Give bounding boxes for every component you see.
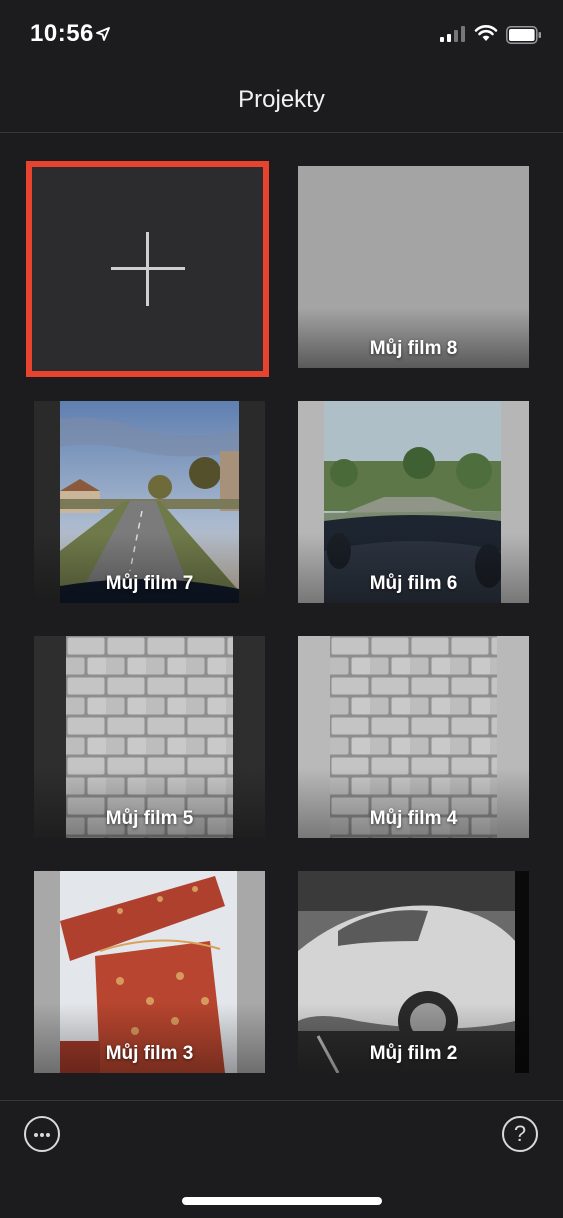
- home-indicator[interactable]: [182, 1197, 382, 1205]
- status-time: 10:56: [30, 20, 94, 47]
- new-project-button[interactable]: [26, 161, 269, 377]
- project-tile-2[interactable]: Můj film 2: [298, 871, 529, 1073]
- project-tile-7[interactable]: Můj film 7: [34, 401, 265, 603]
- project-grid: Můj film 8 Můj film 7 Můj film 6 Můj fil…: [0, 133, 563, 1099]
- project-title: Můj film 8: [369, 338, 458, 359]
- more-options-button[interactable]: [24, 1116, 60, 1152]
- project-tile-6[interactable]: Můj film 6: [298, 401, 529, 603]
- location-arrow-icon: [96, 27, 110, 41]
- project-title: Můj film 5: [105, 808, 194, 829]
- project-title: Můj film 3: [105, 1043, 194, 1064]
- page-title: Projekty: [238, 86, 325, 113]
- project-tile-8[interactable]: Můj film 8: [298, 166, 529, 368]
- status-bar: 10:56: [0, 0, 563, 68]
- project-title: Můj film 4: [369, 808, 458, 829]
- project-title: Můj film 6: [369, 573, 458, 594]
- cellular-signal-icon: [440, 26, 465, 42]
- battery-icon: [506, 26, 541, 44]
- ellipsis-icon: [46, 1133, 50, 1137]
- project-tile-3[interactable]: Můj film 3: [34, 871, 265, 1073]
- toolbar-divider: [0, 1100, 563, 1101]
- ellipsis-icon: [34, 1133, 38, 1137]
- project-tile-4[interactable]: Můj film 4: [298, 636, 529, 838]
- help-button[interactable]: ?: [502, 1116, 538, 1152]
- project-title: Můj film 2: [369, 1043, 458, 1064]
- project-tile-5[interactable]: Můj film 5: [34, 636, 265, 838]
- plus-icon: [110, 232, 185, 306]
- project-title: Můj film 7: [105, 573, 194, 594]
- wifi-icon: [474, 25, 498, 41]
- ellipsis-icon: [40, 1133, 44, 1137]
